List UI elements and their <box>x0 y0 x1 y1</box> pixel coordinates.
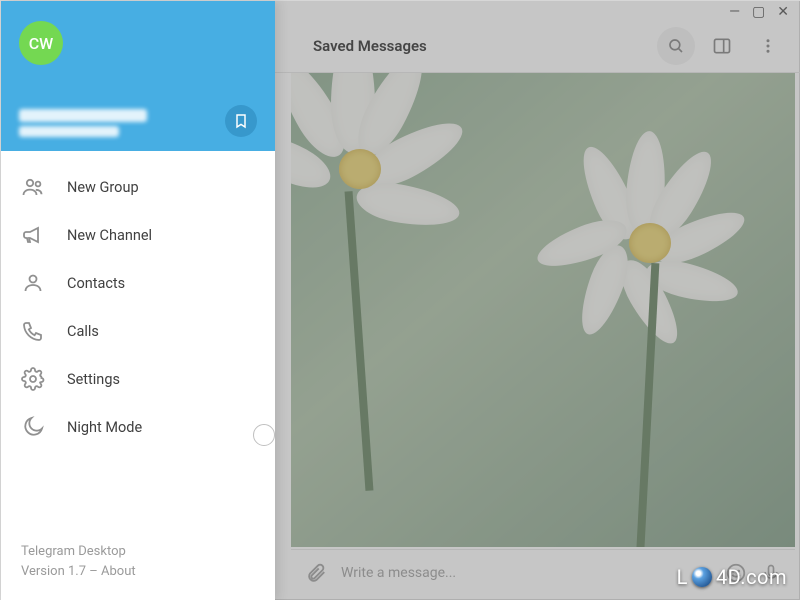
menu-contacts[interactable]: Contacts <box>1 259 275 307</box>
menu-new-group[interactable]: New Group <box>1 163 275 211</box>
minimize-button[interactable]: — <box>729 5 740 19</box>
menu-calls[interactable]: Calls <box>1 307 275 355</box>
menu-label: Night Mode <box>67 419 142 436</box>
profile-phone-redacted <box>19 126 119 137</box>
globe-icon <box>692 567 712 587</box>
message-input[interactable]: Write a message... <box>341 565 711 581</box>
chat-background <box>291 73 795 547</box>
search-icon <box>667 37 685 55</box>
maximize-button[interactable]: ▢ <box>752 5 765 19</box>
saved-messages-shortcut[interactable] <box>225 105 257 137</box>
menu-night-mode[interactable]: Night Mode <box>1 403 275 451</box>
gear-icon <box>21 367 45 391</box>
watermark: L 4D.com <box>677 565 787 589</box>
profile-info <box>19 109 147 137</box>
menu-new-channel[interactable]: New Channel <box>1 211 275 259</box>
menu-settings[interactable]: Settings <box>1 355 275 403</box>
drawer-menu: New Group New Channel Contacts <box>1 151 275 528</box>
app-version: Version 1.7 – <box>21 564 101 579</box>
menu-label: Contacts <box>67 275 125 292</box>
side-panel-button[interactable] <box>703 27 741 65</box>
main-menu-drawer: CW New Group <box>1 1 275 600</box>
drawer-header: CW <box>1 1 275 151</box>
bookmark-icon <box>233 113 249 129</box>
profile-name-redacted <box>19 109 147 122</box>
menu-label: New Group <box>67 179 139 196</box>
more-vertical-icon <box>759 37 777 55</box>
menu-label: Settings <box>67 371 120 388</box>
drawer-footer: Telegram Desktop Version 1.7 – About <box>1 528 275 600</box>
person-icon <box>21 271 45 295</box>
close-button[interactable]: ✕ <box>777 5 789 19</box>
menu-label: New Channel <box>67 227 152 244</box>
megaphone-icon <box>21 223 45 247</box>
phone-icon <box>21 319 45 343</box>
about-link[interactable]: About <box>101 564 136 579</box>
attach-button[interactable] <box>305 562 327 584</box>
app-name: Telegram Desktop <box>21 542 255 562</box>
group-icon <box>21 175 45 199</box>
menu-label: Calls <box>67 323 99 340</box>
chat-title: Saved Messages <box>313 37 427 55</box>
moon-icon <box>21 415 45 439</box>
window-controls: — ▢ ✕ <box>729 1 799 19</box>
paperclip-icon <box>305 562 327 584</box>
search-button[interactable] <box>657 27 695 65</box>
more-button[interactable] <box>749 27 787 65</box>
avatar[interactable]: CW <box>19 21 63 65</box>
panel-icon <box>712 36 732 56</box>
